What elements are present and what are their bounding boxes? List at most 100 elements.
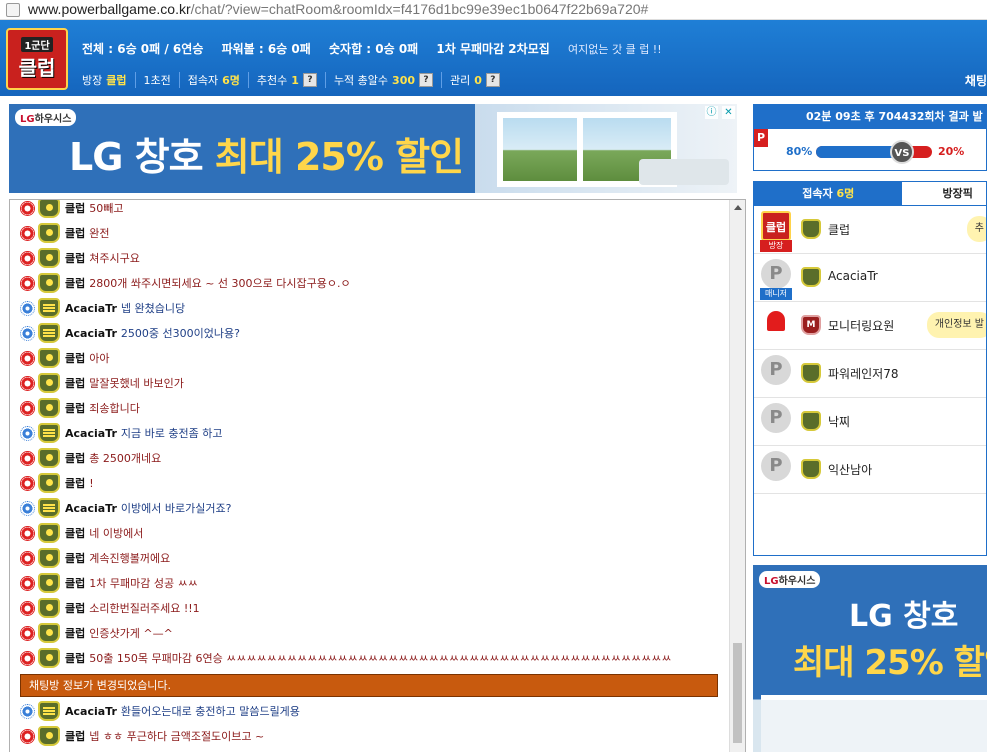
user-name[interactable]: 클럽 — [828, 221, 850, 238]
chat-text: 50빼고 — [89, 202, 124, 215]
chat-message: 클럽 총 2500개네요 — [20, 447, 161, 469]
chat-nickname[interactable]: AcaciaTr — [65, 705, 117, 718]
chat-nickname[interactable]: 클럽 — [65, 200, 85, 216]
tab-users[interactable]: 접속자 6명 — [754, 182, 903, 206]
chat-nickname[interactable]: AcaciaTr — [65, 302, 117, 315]
level-icon — [20, 550, 35, 566]
system-notice: 채팅방 정보가 변경되었습니다. — [20, 674, 718, 697]
tab-host-pick[interactable]: 방장픽 — [902, 182, 986, 206]
chat-message: 클럽! — [20, 472, 94, 494]
elapsed-info: 1초전 — [136, 72, 180, 88]
chat-message: 클럽 계속진행볼꺼에요 — [20, 547, 170, 569]
level-icon — [20, 425, 35, 441]
user-speech-bubble: 개인정보 발 — [926, 312, 986, 338]
chat-nickname[interactable]: AcaciaTr — [65, 327, 117, 340]
chat-nickname[interactable]: 클럽 — [65, 525, 85, 541]
chat-nickname[interactable]: AcaciaTr — [65, 502, 117, 515]
rank-badge-icon — [38, 373, 60, 393]
ad-info-icon[interactable]: ⓘ — [705, 106, 718, 119]
club-logo: 1군단 클럽 — [6, 28, 68, 90]
chat-nickname[interactable]: 클럽 — [65, 600, 85, 616]
scroll-thumb[interactable] — [733, 643, 742, 743]
level-icon — [20, 400, 35, 416]
host-info: 방장 클럽 — [74, 72, 136, 88]
chat-text: 50출 150목 무패마감 6연승 ㅆㅆㅆㅆㅆㅆㅆㅆㅆㅆㅆㅆㅆㅆㅆㅆㅆㅆㅆㅆㅆㅆ… — [89, 652, 672, 665]
rank-badge-icon — [38, 273, 60, 293]
user-row[interactable]: P 파워레인저78 — [754, 350, 986, 398]
manage-help-button[interactable]: ? — [485, 73, 500, 87]
rank-badge-icon — [38, 523, 60, 543]
side-ad-window-image — [761, 695, 987, 752]
recommend-info: 추천수 1 ? — [249, 72, 326, 88]
siren-icon — [761, 307, 791, 337]
chat-nickname[interactable]: 클럽 — [65, 250, 85, 266]
chat-nickname[interactable]: AcaciaTr — [65, 427, 117, 440]
rank-badge-icon — [38, 448, 60, 468]
round-result-panel: 02분 09초 후 704432회차 결과 발 P 80% VS 20% — [753, 104, 987, 171]
rank-badge-icon — [38, 398, 60, 418]
banner-ad[interactable]: LG하우시스 LG 창호 최대 25% 할인 ⓘ ✕ — [9, 104, 737, 193]
chat-message: AcaciaTr 지금 바로 충전좀 하고 — [20, 422, 222, 444]
ad-close-icon[interactable]: ✕ — [722, 106, 735, 119]
chat-message: 클럽 말잘못했네 바보인가 — [20, 372, 184, 394]
user-row[interactable]: P 익산남아 — [754, 446, 986, 494]
level-icon — [20, 475, 35, 491]
chat-nickname[interactable]: 클럽 — [65, 550, 85, 566]
ad-headline: LG 창호 최대 25% 할인 — [69, 135, 464, 179]
default-avatar-icon: P — [761, 451, 791, 481]
rank-badge-icon — [801, 219, 821, 239]
level-icon — [20, 600, 35, 616]
chat-nickname[interactable]: 클럽 — [65, 575, 85, 591]
chat-message: 클럽 아아 — [20, 347, 110, 369]
chat-nickname[interactable]: 클럽 — [65, 450, 85, 466]
chat-scrollbar[interactable] — [729, 200, 745, 752]
level-icon — [20, 225, 35, 241]
bullet-help-button[interactable]: ? — [419, 73, 434, 87]
stat-total: 전체 : 6승 0패 / 6연승 — [82, 42, 204, 56]
side-ad-line1: LG 창호 — [849, 599, 959, 634]
user-name[interactable]: AcaciaTr — [828, 269, 878, 283]
chat-nickname[interactable]: 클럽 — [65, 728, 85, 744]
scroll-up-arrow-icon[interactable] — [734, 205, 742, 210]
host-avatar: 클럽 — [761, 211, 791, 241]
rank-badge-icon — [38, 323, 60, 343]
chat-message: 클럽 완전 — [20, 222, 110, 244]
chat-message: AcaciaTr 환들어오는대로 충전하고 말씀드릴게용 — [20, 700, 300, 722]
user-row[interactable]: M 모니터링요원 개인정보 발 — [754, 302, 986, 350]
chat-nickname[interactable]: 클럽 — [65, 475, 85, 491]
side-ad-brand: LG하우시스 — [759, 571, 821, 588]
chat-message: AcaciaTr 2500중 선300이었나용? — [20, 322, 240, 344]
side-banner-ad[interactable]: LG하우시스 LG 창호 최대 25% 할인 — [753, 565, 987, 752]
user-row[interactable]: P 낙찌 — [754, 398, 986, 446]
chat-nickname[interactable]: 클럽 — [65, 650, 85, 666]
user-name[interactable]: 모니터링요원 — [828, 317, 894, 334]
chat-nickname[interactable]: 클럽 — [65, 350, 85, 366]
user-speech-bubble: 추 — [966, 216, 986, 242]
level-icon — [20, 450, 35, 466]
user-name[interactable]: 낙찌 — [828, 413, 850, 430]
chat-text: 네 이방에서 — [89, 527, 144, 540]
address-url[interactable]: www.powerballgame.co.kr/chat/?view=chatR… — [28, 1, 648, 17]
room-header: 1군단 클럽 전체 : 6승 0패 / 6연승 파워볼 : 6승 0패 숫자합 … — [0, 20, 987, 96]
recommend-help-button[interactable]: ? — [302, 73, 317, 87]
user-name[interactable]: 파워레인저78 — [828, 365, 898, 382]
chat-nickname[interactable]: 클럽 — [65, 275, 85, 291]
role-badge: 방장 — [760, 240, 792, 252]
chat-message: 클럽 쳐주시구요 — [20, 247, 140, 269]
chat-nickname[interactable]: 클럽 — [65, 225, 85, 241]
chat-log[interactable]: 채팅방 정보가 변경되었습니다. 클럽 50빼고클럽 완전클럽 쳐주시구요클럽 2800… — [9, 199, 746, 752]
user-row[interactable]: 클럽 방장 클럽 추 — [754, 206, 986, 254]
rank-badge-icon — [38, 248, 60, 268]
address-bar[interactable]: www.powerballgame.co.kr/chat/?view=chatR… — [0, 0, 987, 20]
user-row[interactable]: P 매니저 AcaciaTr — [754, 254, 986, 302]
chat-tab[interactable]: 채팅 — [965, 72, 987, 89]
chat-nickname[interactable]: 클럽 — [65, 400, 85, 416]
room-info-bar: 방장 클럽 1초전 접속자 6명 추천수 1 ? 누적 총알수 300 ? 관리 0 ? — [74, 68, 508, 92]
chat-message: 클럽 2800개 쏴주시면되세요 ~ 선 300으로 다시잡구용ㅇ.ㅇ — [20, 272, 351, 294]
chat-nickname[interactable]: 클럽 — [65, 625, 85, 641]
chat-text: 죄송합니다 — [89, 402, 140, 415]
chat-text: 2500중 선300이었나용? — [120, 327, 240, 340]
user-name[interactable]: 익산남아 — [828, 461, 872, 478]
chat-nickname[interactable]: 클럽 — [65, 375, 85, 391]
vs-icon: VS — [890, 140, 914, 164]
